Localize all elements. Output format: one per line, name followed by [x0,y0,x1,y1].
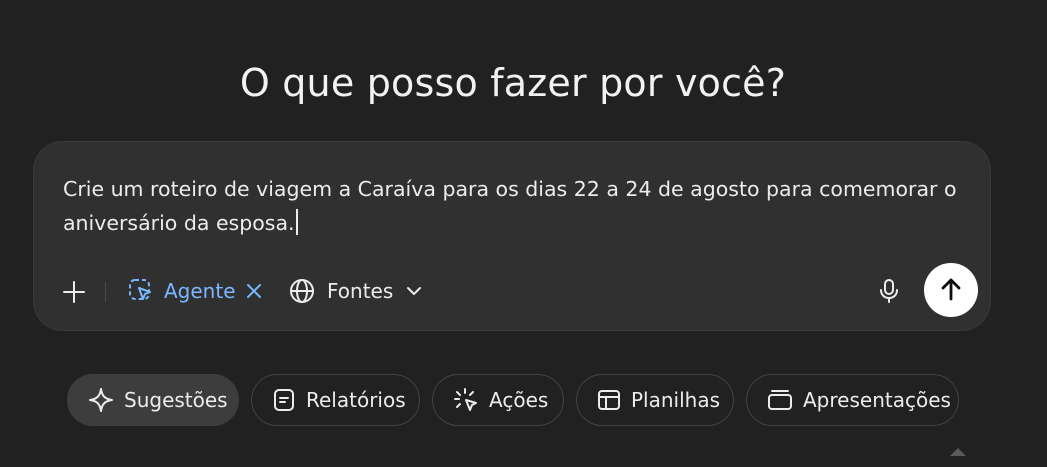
prompt-text: Crie um roteiro de viagem a Caraíva para… [63,177,964,235]
chevron-down-icon [405,282,423,300]
voice-input-button[interactable] [874,276,904,306]
close-icon [246,284,261,298]
scroll-indicator[interactable] [950,448,966,456]
agent-cursor-icon [129,279,151,300]
add-attachment-button[interactable] [60,278,88,306]
table-icon [597,388,621,412]
page-title: O que posso fazer por você? [239,61,787,106]
text-caret [295,209,298,235]
pill-suggestions[interactable]: Sugestões [67,374,239,426]
sparkle-icon [88,387,114,413]
page: O que posso fazer por você? Crie um rote… [0,0,1047,467]
composer-toolbar: Agente Fontes [34,263,990,319]
microphone-icon [880,279,898,303]
suggestion-pills: Sugestões Relatórios Ações Planilhas Apr… [0,374,1047,428]
globe-icon [290,279,314,303]
pill-label: Relatórios [306,388,406,412]
document-icon [272,388,296,412]
remove-agent-button[interactable] [246,283,262,299]
pill-label: Apresentações [803,388,951,412]
pill-label: Ações [489,388,549,412]
agent-mode-label: Agente [164,279,236,303]
pill-presentations[interactable]: Apresentações [746,374,959,426]
pill-actions[interactable]: Ações [432,374,564,426]
plus-icon [63,281,85,303]
arrow-up-icon [941,278,961,301]
send-button[interactable] [924,263,978,317]
agent-mode-chip[interactable]: Agente [128,275,262,307]
pill-label: Sugestões [124,388,228,412]
prompt-input[interactable]: Crie um roteiro de viagem a Caraíva para… [63,172,973,240]
toolbar-divider [105,282,106,302]
pill-label: Planilhas [631,388,721,412]
cursor-click-icon [453,387,479,413]
pill-spreadsheets[interactable]: Planilhas [576,374,734,426]
pill-reports[interactable]: Relatórios [251,374,420,426]
composer: Crie um roteiro de viagem a Caraíva para… [33,141,991,331]
slides-icon [767,388,793,412]
sources-label: Fontes [327,279,394,303]
sources-dropdown[interactable]: Fontes [289,275,423,307]
